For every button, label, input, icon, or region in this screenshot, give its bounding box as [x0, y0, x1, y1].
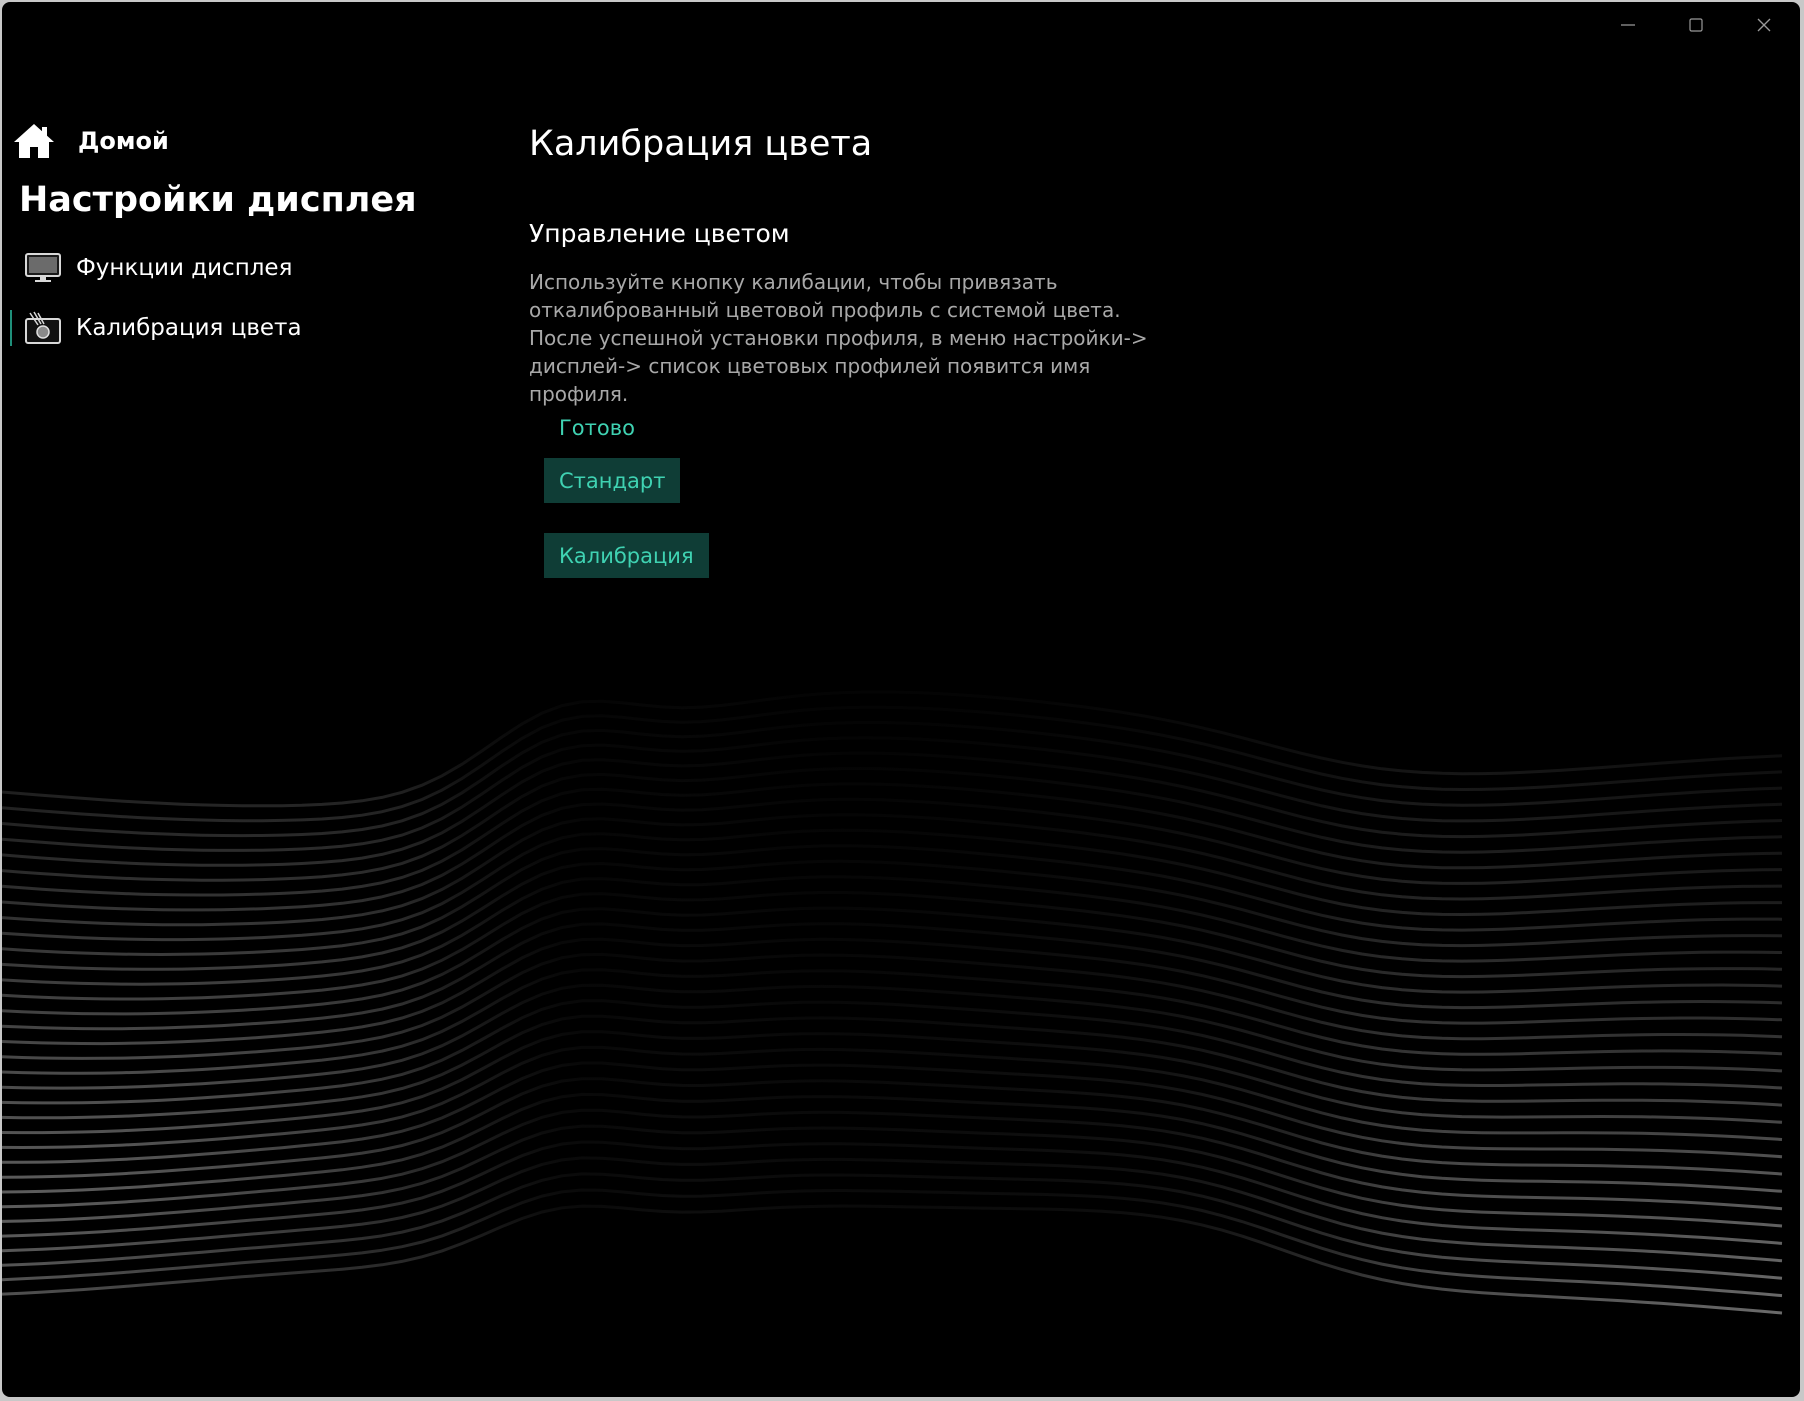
description-line: дисплей-> список цветовых профилей появи…	[529, 354, 1091, 378]
description-line: профиля.	[529, 382, 629, 406]
home-link[interactable]: Домой	[12, 120, 169, 162]
sidebar-item-label: Калибрация цвета	[76, 315, 302, 341]
active-indicator	[10, 310, 12, 346]
maximize-button[interactable]	[1662, 2, 1730, 48]
close-button[interactable]	[1730, 2, 1798, 48]
description-line: После успешной установки профиля, в меню…	[529, 326, 1148, 350]
wave-line	[2, 1092, 1783, 1194]
app-window: Домой Настройки дисплея Функции дисплея …	[2, 2, 1800, 1397]
page-title: Калибрация цвета	[529, 124, 873, 164]
home-icon	[14, 124, 54, 158]
monitor-icon	[24, 251, 62, 285]
calibration-icon	[24, 311, 62, 345]
sidebar-item-display-features[interactable]: Функции дисплея	[10, 248, 470, 288]
section-description: Используйте кнопку калибации, чтобы прив…	[529, 268, 1148, 408]
description-line: Используйте кнопку калибации, чтобы прив…	[529, 270, 1058, 294]
maximize-icon	[1689, 18, 1703, 32]
sidebar-item-label: Функции дисплея	[76, 255, 293, 281]
description-line: откалиброванный цветовой профиль с систе…	[529, 298, 1121, 322]
close-icon	[1757, 18, 1771, 32]
calibrate-button[interactable]: Калибрация	[544, 533, 709, 578]
sidebar-title: Настройки дисплея	[19, 180, 417, 220]
home-label: Домой	[78, 127, 169, 155]
section-title: Управление цветом	[529, 219, 790, 248]
standard-button[interactable]: Стандарт	[544, 458, 681, 503]
sidebar-item-color-calibration[interactable]: Калибрация цвета	[10, 308, 470, 348]
status-text: Готово	[559, 416, 635, 440]
minimize-icon	[1621, 24, 1635, 26]
minimize-button[interactable]	[1594, 2, 1662, 48]
